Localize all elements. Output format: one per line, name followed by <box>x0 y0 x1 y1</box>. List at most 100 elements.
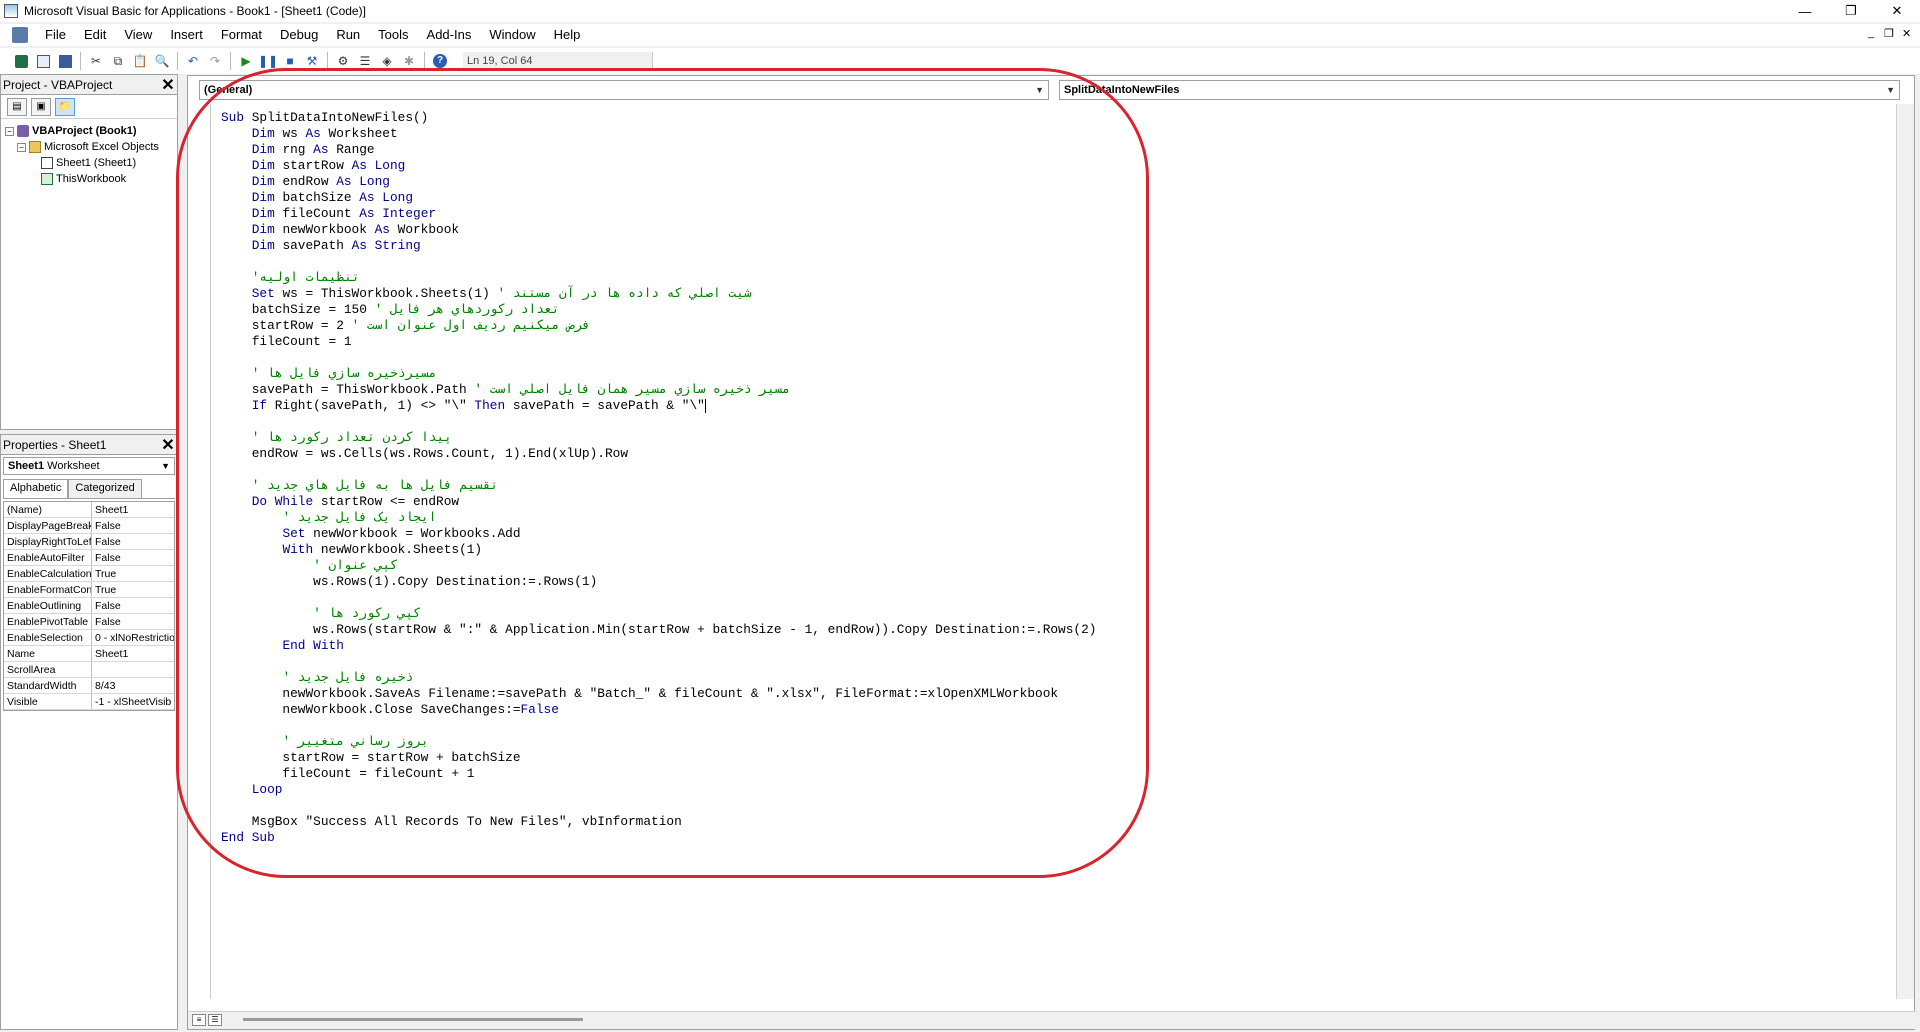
vba-menu-icon[interactable] <box>12 27 28 43</box>
code-line[interactable]: Dim fileCount As Integer <box>221 206 1096 222</box>
property-row[interactable]: EnableAutoFilter False <box>4 550 174 566</box>
tab-alphabetic[interactable]: Alphabetic <box>3 479 69 498</box>
code-line[interactable]: Dim endRow As Long <box>221 174 1096 190</box>
code-line[interactable]: Set newWorkbook = Workbooks.Add <box>221 526 1096 542</box>
full-module-view-icon[interactable]: ☰ <box>208 1014 222 1026</box>
code-line[interactable]: Dim savePath As String <box>221 238 1096 254</box>
property-value[interactable]: False <box>92 534 174 549</box>
redo-icon[interactable]: ↷ <box>204 51 226 71</box>
reset-icon[interactable]: ■ <box>279 51 301 71</box>
tab-categorized[interactable]: Categorized <box>68 479 142 498</box>
code-editor[interactable]: Sub SplitDataIntoNewFiles() Dim ws As Wo… <box>210 104 1890 999</box>
vertical-scrollbar[interactable] <box>1896 104 1914 999</box>
paste-icon[interactable]: 📋 <box>129 51 151 71</box>
menu-edit[interactable]: Edit <box>75 24 115 46</box>
scrollbar-thumb[interactable] <box>243 1018 583 1021</box>
code-line[interactable]: Loop <box>221 782 1096 798</box>
property-value[interactable]: 8/43 <box>92 678 174 693</box>
code-line[interactable] <box>221 414 1096 430</box>
code-line[interactable]: startRow = 2 ' فرض ميکنيم رديف اول عنوان… <box>221 318 1096 334</box>
help-icon[interactable]: ? <box>429 51 451 71</box>
property-value[interactable]: -1 - xlSheetVisib <box>92 694 174 709</box>
procedure-view-icon[interactable]: ≡ <box>192 1014 206 1026</box>
code-line[interactable]: End Sub <box>221 830 1096 846</box>
property-row[interactable]: DisplayRightToLef False <box>4 534 174 550</box>
code-line[interactable]: If Right(savePath, 1) <> "\" Then savePa… <box>221 398 1096 414</box>
menu-insert[interactable]: Insert <box>161 24 212 46</box>
code-line[interactable]: Set ws = ThisWorkbook.Sheets(1) ' شیت اص… <box>221 286 1096 302</box>
property-row[interactable]: StandardWidth 8/43 <box>4 678 174 694</box>
code-line[interactable]: newWorkbook.SaveAs Filename:=savePath & … <box>221 686 1096 702</box>
close-button[interactable]: ✕ <box>1874 0 1920 22</box>
property-row[interactable]: EnableFormatCon True <box>4 582 174 598</box>
toolbox-icon[interactable]: ✱ <box>398 51 420 71</box>
property-row[interactable]: (Name) Sheet1 <box>4 502 174 518</box>
restore-button[interactable]: ❐ <box>1828 0 1874 22</box>
code-line[interactable]: savePath = ThisWorkbook.Path ' مسير ذخير… <box>221 382 1096 398</box>
menu-view[interactable]: View <box>115 24 161 46</box>
code-line[interactable]: batchSize = 150 ' تعداد رکوردهاي هر فايل <box>221 302 1096 318</box>
property-value[interactable]: Sheet1 <box>92 502 174 517</box>
view-code-icon[interactable]: ▤ <box>7 97 27 116</box>
property-row[interactable]: ScrollArea <box>4 662 174 678</box>
mdi-minimize-button[interactable]: _ <box>1868 27 1874 39</box>
code-line[interactable] <box>221 590 1096 606</box>
property-row[interactable]: EnableOutlining False <box>4 598 174 614</box>
property-value[interactable]: True <box>92 566 174 581</box>
tree-item-thisworkbook[interactable]: ThisWorkbook <box>5 171 173 187</box>
collapse-icon[interactable]: − <box>5 126 14 136</box>
break-icon[interactable]: ❚❚ <box>257 51 279 71</box>
excel-icon[interactable] <box>10 51 32 71</box>
code-line[interactable]: startRow = startRow + batchSize <box>221 750 1096 766</box>
code-line[interactable]: ' بروز رساني متغيير <box>221 734 1096 750</box>
run-icon[interactable]: ▶ <box>235 51 257 71</box>
code-line[interactable]: 'تنظیمات اولیه <box>221 270 1096 286</box>
code-line[interactable]: Dim startRow As Long <box>221 158 1096 174</box>
code-line[interactable]: With newWorkbook.Sheets(1) <box>221 542 1096 558</box>
code-line[interactable] <box>221 254 1096 270</box>
code-line[interactable]: ' تقسيم فايل ها به فايل هاي جديد <box>221 478 1096 494</box>
property-value[interactable]: 0 - xlNoRestrictio <box>92 630 174 645</box>
property-row[interactable]: EnablePivotTable False <box>4 614 174 630</box>
code-line[interactable] <box>221 654 1096 670</box>
code-line[interactable]: Sub SplitDataIntoNewFiles() <box>221 110 1096 126</box>
property-value[interactable]: Sheet1 <box>92 646 174 661</box>
property-value[interactable]: False <box>92 614 174 629</box>
code-line[interactable]: ' کپي عنوان <box>221 558 1096 574</box>
code-lines[interactable]: Sub SplitDataIntoNewFiles() Dim ws As Wo… <box>221 110 1096 846</box>
code-line[interactable]: ' ايجاد يک فايل جديد <box>221 510 1096 526</box>
properties-panel-close-button[interactable]: ✕ <box>159 436 177 454</box>
menu-run[interactable]: Run <box>327 24 369 46</box>
code-line[interactable] <box>221 462 1096 478</box>
code-line[interactable]: ws.Rows(startRow & ":" & Application.Min… <box>221 622 1096 638</box>
code-line[interactable]: ws.Rows(1).Copy Destination:=.Rows(1) <box>221 574 1096 590</box>
property-value[interactable] <box>92 662 174 677</box>
menu-tools[interactable]: Tools <box>369 24 417 46</box>
code-line[interactable]: fileCount = fileCount + 1 <box>221 766 1096 782</box>
code-line[interactable]: Dim newWorkbook As Workbook <box>221 222 1096 238</box>
save-icon[interactable] <box>54 51 76 71</box>
menu-window[interactable]: Window <box>480 24 544 46</box>
tree-item-sheet1[interactable]: Sheet1 (Sheet1) <box>5 155 173 171</box>
code-line[interactable]: ' مسيرذخيره سازي فايل ها <box>221 366 1096 382</box>
view-object-icon[interactable]: ▣ <box>31 97 51 116</box>
code-line[interactable]: endRow = ws.Cells(ws.Rows.Count, 1).End(… <box>221 446 1096 462</box>
property-value[interactable]: False <box>92 598 174 613</box>
property-value[interactable]: False <box>92 518 174 533</box>
code-line[interactable]: Dim ws As Worksheet <box>221 126 1096 142</box>
toggle-folders-icon[interactable]: 📁 <box>55 97 75 116</box>
copy-icon[interactable]: ⧉ <box>107 51 129 71</box>
find-icon[interactable]: 🔍 <box>151 51 173 71</box>
undo-icon[interactable]: ↶ <box>182 51 204 71</box>
code-line[interactable]: ' ذخيره فايل جديد <box>221 670 1096 686</box>
menu-help[interactable]: Help <box>545 24 590 46</box>
collapse-icon[interactable]: − <box>17 142 26 152</box>
procedure-combo[interactable]: SplitDataIntoNewFiles ▼ <box>1059 80 1900 100</box>
code-line[interactable]: End With <box>221 638 1096 654</box>
minimize-button[interactable]: — <box>1782 0 1828 22</box>
code-line[interactable]: newWorkbook.Close SaveChanges:=False <box>221 702 1096 718</box>
code-line[interactable] <box>221 350 1096 366</box>
code-line[interactable] <box>221 798 1096 814</box>
code-line[interactable]: MsgBox "Success All Records To New Files… <box>221 814 1096 830</box>
property-value[interactable]: False <box>92 550 174 565</box>
